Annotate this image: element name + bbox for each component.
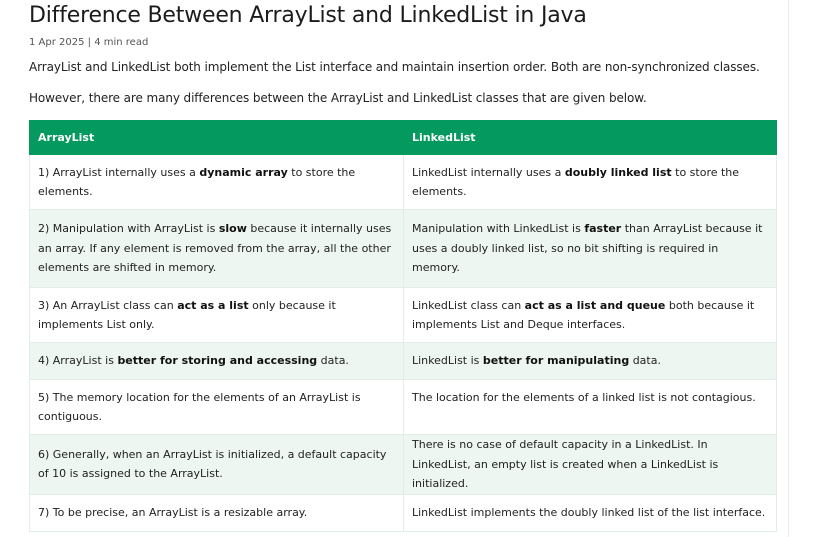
article-meta: 1 Apr 2025 | 4 min read [29, 37, 148, 48]
table-cell-arraylist: 6) Generally, when an ArrayList is initi… [29, 434, 404, 495]
cell-emphasis: dynamic array [199, 165, 288, 179]
cell-text: Manipulation with LinkedList is [412, 222, 585, 235]
cell-text: LinkedList implements the doubly linked … [412, 505, 766, 519]
table-cell-linkedlist: LinkedList internally uses a doubly link… [403, 154, 777, 210]
comparison-table: ArrayList LinkedList 1) ArrayList intern… [29, 120, 777, 532]
table-cell-arraylist: 4) ArrayList is better for storing and a… [29, 342, 404, 380]
content-divider [788, 0, 789, 537]
meta-separator: | [84, 37, 95, 48]
page-title: Difference Between ArrayList and LinkedL… [29, 3, 587, 28]
read-time: 4 min read [94, 37, 149, 48]
cell-text: 7) To be precise, an ArrayList is a resi… [38, 505, 308, 519]
table-cell-arraylist: 2) Manipulation with ArrayList is slow b… [29, 209, 404, 288]
cell-emphasis: faster [584, 222, 622, 235]
table-cell-linkedlist: Manipulation with LinkedList is faster t… [403, 209, 777, 288]
cell-emphasis: better for storing and accessing [117, 354, 318, 368]
table-cell-arraylist: 3) An ArrayList class can act as a list … [29, 287, 404, 343]
header-arraylist: ArrayList [29, 120, 404, 155]
table-header-row: ArrayList LinkedList [29, 120, 777, 155]
cell-emphasis: better for manipulating [482, 354, 630, 368]
table-cell-linkedlist: There is no case of default capacity in … [403, 434, 777, 495]
table-cell-arraylist: 7) To be precise, an ArrayList is a resi… [29, 493, 404, 532]
cell-text: data. [317, 354, 349, 368]
table-row: 4) ArrayList is better for storing and a… [29, 342, 777, 380]
table-cell-linkedlist: LinkedList is better for manipulating da… [403, 342, 777, 380]
cell-text: 3) An ArrayList class can [38, 298, 178, 312]
cell-text: 2) Manipulation with ArrayList is [38, 222, 219, 236]
table-row: 5) The memory location for the elements … [29, 379, 777, 435]
table-row: 1) ArrayList internally uses a dynamic a… [29, 154, 777, 210]
table-cell-arraylist: 5) The memory location for the elements … [29, 379, 404, 435]
table-cell-linkedlist: LinkedList class can act as a list and q… [403, 287, 777, 343]
cell-text: There is no case of default capacity in … [412, 438, 719, 490]
table-row: 3) An ArrayList class can act as a list … [29, 287, 777, 343]
cell-text: 4) ArrayList is [38, 354, 118, 368]
table-row: 7) To be precise, an ArrayList is a resi… [29, 493, 777, 532]
cell-text: LinkedList is [412, 354, 483, 368]
cell-text: LinkedList class can [412, 298, 525, 312]
cell-text: 6) Generally, when an ArrayList is initi… [38, 447, 387, 481]
table-row: 6) Generally, when an ArrayList is initi… [29, 434, 777, 495]
cell-emphasis: slow [218, 222, 247, 236]
cell-text: LinkedList internally uses a [412, 165, 565, 179]
table-row: 2) Manipulation with ArrayList is slow b… [29, 209, 777, 288]
intro-paragraph: ArrayList and LinkedList both implement … [29, 60, 760, 74]
cell-emphasis: doubly linked list [564, 165, 672, 179]
publish-date: 1 Apr 2025 [29, 37, 85, 48]
table-cell-linkedlist: The location for the elements of a linke… [403, 379, 777, 435]
lead-paragraph: However, there are many differences betw… [29, 91, 647, 105]
cell-text: 5) The memory location for the elements … [38, 390, 361, 424]
cell-text: data. [629, 354, 661, 368]
table-cell-linkedlist: LinkedList implements the doubly linked … [403, 493, 777, 532]
cell-emphasis: act as a list and queue [524, 298, 666, 312]
header-linkedlist: LinkedList [403, 120, 777, 155]
cell-text: The location for the elements of a linke… [412, 391, 756, 404]
article-page: Difference Between ArrayList and LinkedL… [0, 0, 819, 537]
table-cell-arraylist: 1) ArrayList internally uses a dynamic a… [29, 154, 404, 210]
cell-emphasis: act as a list [177, 298, 249, 312]
cell-text: 1) ArrayList internally uses a [38, 165, 200, 179]
